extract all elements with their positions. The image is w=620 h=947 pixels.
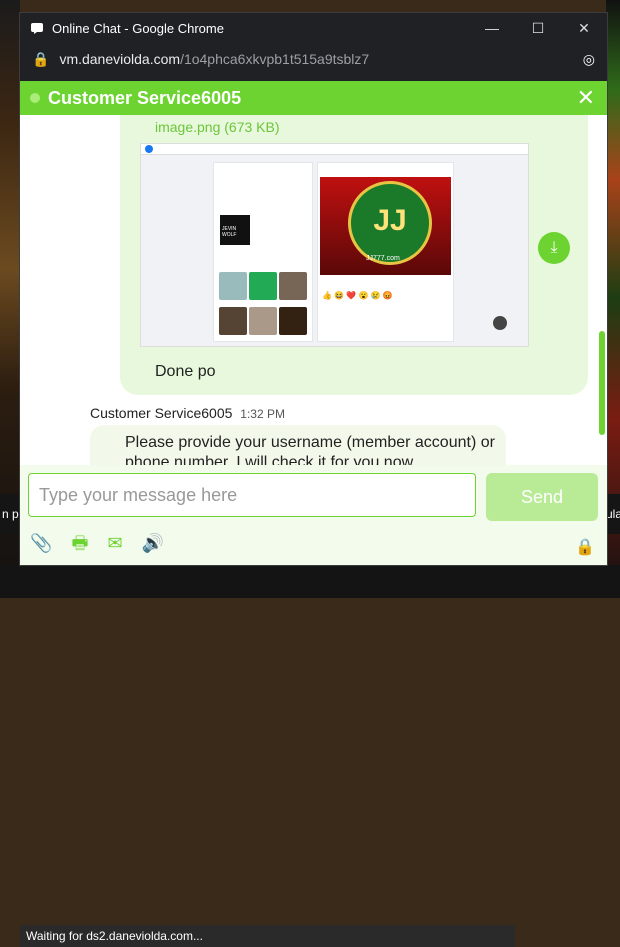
jj777-banner: JJ JJ777.com [320,177,451,275]
facebook-logo-icon [145,145,153,153]
browser-status-bar: Waiting for ds2.daneviolda.com... [20,925,515,947]
friend-thumb [249,307,277,335]
title-bar: Online Chat - Google Chrome — ☐ ✕ [20,13,607,43]
url-host: vm.daneviolda.com [59,51,181,67]
my-message-bubble: image.png (673 KB) JJ JJ77 [120,115,588,395]
url-path: /1o4phca6xkvpb1t515a9tsblz7 [180,51,370,67]
secure-lock-icon: 🔒 [575,539,595,556]
embedded-photo [220,215,250,245]
embedded-post: JJ JJ777.com 👍 😆 ❤️ 😮 😢 😡 [317,162,454,342]
agent-message-bubble: Please provide your username (member acc… [90,425,506,465]
agent-message-header: Customer Service6005 1:32 PM [90,405,285,421]
agent-message-text: Please provide your username (member acc… [125,434,495,465]
download-icon[interactable]: ⤓ [538,232,570,264]
send-button[interactable]: Send [486,473,598,521]
print-icon[interactable]: 🖶 [71,533,88,553]
embedded-profile-card [213,162,313,342]
agent-message-time: 1:32 PM [240,407,285,421]
background-text-right: ula [606,494,620,534]
composer-tools: 📎 🖶 ✉ 🔊 [30,531,178,561]
friend-thumb [279,272,307,300]
composer: Send 📎 🖶 ✉ 🔊 🔒 Waiting for ds2.daneviold… [20,465,607,947]
friend-thumb [279,307,307,335]
lock-icon[interactable]: 🔒 [32,51,49,68]
jj-logo: JJ [348,181,432,265]
message-scrollbar[interactable] [599,331,605,435]
friend-thumb [219,307,247,335]
embedded-sidebar [457,156,527,346]
window-title: Online Chat - Google Chrome [52,20,224,36]
chat-favicon-icon [31,23,43,34]
chat-header: Customer Service6005 ✕ [20,81,607,115]
embedded-friends-grid [218,271,310,341]
close-window-icon[interactable]: ✕ [561,13,607,43]
email-icon[interactable]: ✉ [107,533,122,553]
attach-icon[interactable]: 📎 [30,533,52,553]
my-message-text: Done po [155,363,216,380]
sound-icon[interactable]: 🔊 [142,533,164,553]
background-page-bottom [0,565,620,598]
chrome-window: Online Chat - Google Chrome — ☐ ✕ 🔒 vm.d… [20,13,607,947]
jj-subtitle: JJ777.com [366,255,400,262]
eye-slash-icon[interactable]: ◎ [583,51,595,68]
online-status-dot [30,93,40,103]
close-icon[interactable]: ✕ [577,87,595,109]
chat-panel: Customer Service6005 ✕ image.png (673 KB… [20,81,607,947]
attached-image[interactable]: JJ JJ777.com 👍 😆 ❤️ 😮 😢 😡 [140,143,529,347]
message-list[interactable]: image.png (673 KB) JJ JJ77 [20,115,607,465]
address-bar[interactable]: 🔒 vm.daneviolda.com /1o4phca6xkvpb1t515a… [20,43,607,75]
reaction-row: 👍 😆 ❤️ 😮 😢 😡 [322,291,393,300]
minimize-icon[interactable]: — [469,13,515,43]
friend-thumb [249,272,277,300]
attachment-link[interactable]: image.png (673 KB) [155,119,280,135]
message-input[interactable] [28,473,476,517]
background-text-left: n p [0,494,22,534]
embedded-avatar [493,316,507,330]
embedded-topbar [141,144,528,155]
friend-thumb [219,272,247,300]
maximize-icon[interactable]: ☐ [515,13,561,43]
agent-name-title: Customer Service6005 [48,87,242,108]
agent-message-sender: Customer Service6005 [90,405,233,421]
